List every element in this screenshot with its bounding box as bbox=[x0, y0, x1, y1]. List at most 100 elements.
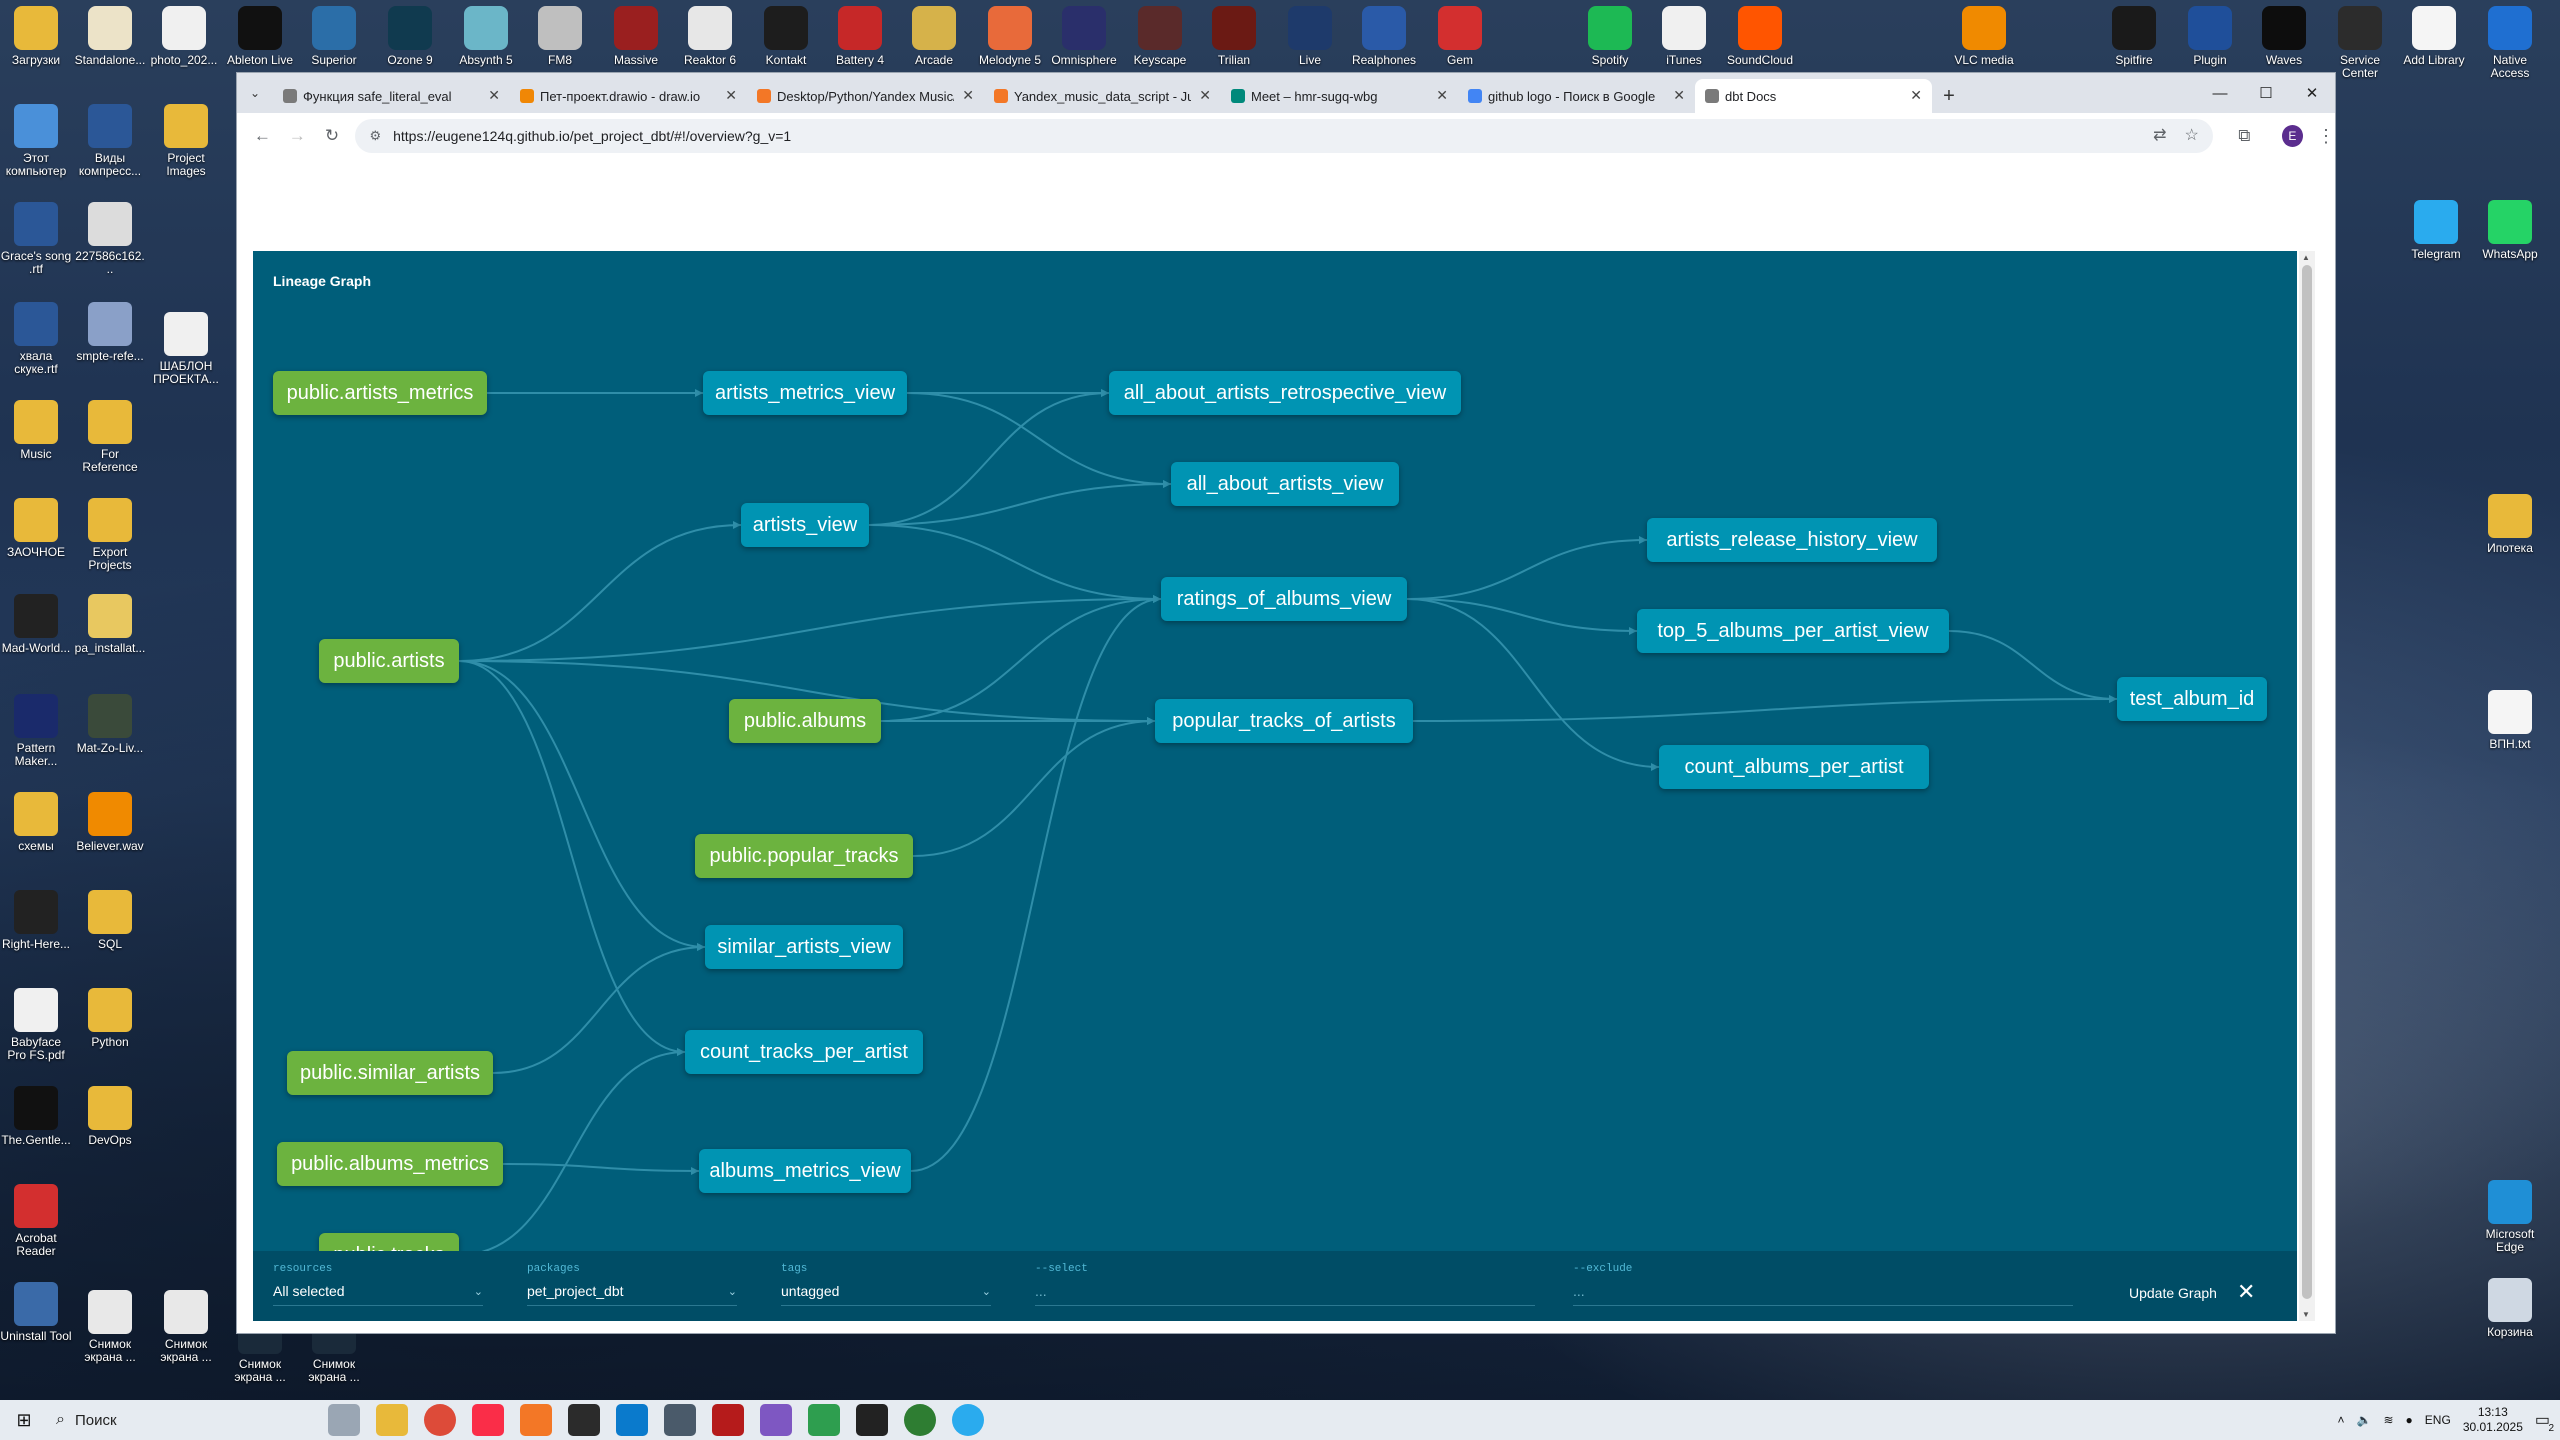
vscode-icon[interactable] bbox=[616, 1404, 648, 1436]
browser-tab-1[interactable]: Пет-проект.drawio - draw.io ✕ bbox=[510, 79, 747, 113]
new-tab-button[interactable]: + bbox=[1932, 79, 1966, 113]
desktop-left-icon-4[interactable]: 227586c162... bbox=[74, 202, 146, 276]
desktop-left-icon-24[interactable]: Acrobat Reader bbox=[0, 1184, 72, 1258]
clock[interactable]: 13:13 30.01.2025 bbox=[2463, 1405, 2523, 1435]
desktop-top-icon-27[interactable]: Service Center bbox=[2324, 6, 2396, 80]
node-all-about-artists-view[interactable]: all_about_artists_view bbox=[1171, 462, 1399, 506]
close-window-button[interactable]: ✕ bbox=[2289, 73, 2335, 113]
select-input[interactable]: --select ... bbox=[1035, 1263, 1535, 1306]
desktop-top-icon-17[interactable]: Live bbox=[1274, 6, 1346, 67]
desktop-top-icon-13[interactable]: Melodyne 5 bbox=[974, 6, 1046, 67]
desktop-top-icon-9[interactable]: Reaktor 6 bbox=[674, 6, 746, 67]
desktop-left-icon-0[interactable]: Этот компьютер bbox=[0, 104, 72, 178]
desktop-left-icon-20[interactable]: Babyface Pro FS.pdf bbox=[0, 988, 72, 1062]
node-top-5-albums-per-artist-view[interactable]: top_5_albums_per_artist_view bbox=[1637, 609, 1949, 653]
reload-button[interactable]: ↻ bbox=[315, 118, 350, 154]
packages-filter[interactable]: packages pet_project_dbt ⌄ bbox=[527, 1263, 737, 1306]
desktop-top-icon-11[interactable]: Battery 4 bbox=[824, 6, 896, 67]
desktop-left-icon-1[interactable]: Виды компресс... bbox=[74, 104, 146, 178]
desktop-top-icon-7[interactable]: FM8 bbox=[524, 6, 596, 67]
desktop-right-icon-1[interactable]: WhatsApp bbox=[2474, 200, 2546, 261]
browser-tab-6[interactable]: dbt Docs ✕ bbox=[1695, 79, 1932, 113]
browser-tab-3[interactable]: Yandex_music_data_script - Jup ✕ bbox=[984, 79, 1221, 113]
close-tab-icon[interactable]: ✕ bbox=[725, 87, 737, 104]
desktop-left-icon-15[interactable]: Mat-Zo-Liv... bbox=[74, 694, 146, 755]
resources-filter[interactable]: resources All selected ⌄ bbox=[273, 1263, 483, 1306]
desktop-left-icon-3[interactable]: Grace's song .rtf bbox=[0, 202, 72, 276]
desktop-left-icon-9[interactable]: For Reference bbox=[74, 400, 146, 474]
chrome-icon[interactable] bbox=[424, 1404, 456, 1436]
forward-button[interactable]: → bbox=[280, 118, 315, 154]
desktop-left-icon-23[interactable]: DevOps bbox=[74, 1086, 146, 1147]
settings-app-icon[interactable] bbox=[664, 1404, 696, 1436]
desktop-left-icon-21[interactable]: Python bbox=[74, 988, 146, 1049]
node-public-albums-metrics[interactable]: public.albums_metrics bbox=[277, 1142, 503, 1186]
desktop-right-icon-3[interactable]: ВПН.txt bbox=[2474, 690, 2546, 751]
maximize-button[interactable]: ☐ bbox=[2243, 73, 2289, 113]
language-indicator[interactable]: ENG bbox=[2425, 1413, 2451, 1427]
desktop-top-icon-26[interactable]: Waves bbox=[2248, 6, 2320, 67]
desktop-top-icon-21[interactable]: iTunes bbox=[1648, 6, 1720, 67]
close-tab-icon[interactable]: ✕ bbox=[1199, 87, 1211, 104]
volume-icon[interactable]: 🔈 bbox=[2357, 1413, 2372, 1427]
browser-tab-5[interactable]: github logo - Поиск в Google ✕ bbox=[1458, 79, 1695, 113]
node-artists-metrics-view[interactable]: artists_metrics_view bbox=[703, 371, 907, 415]
desktop-left-icon-22[interactable]: The.Gentle... bbox=[0, 1086, 72, 1147]
address-bar[interactable]: ⚙ https://eugene124q.github.io/pet_proje… bbox=[355, 119, 2213, 153]
notepad-icon[interactable] bbox=[808, 1404, 840, 1436]
jupyter-icon[interactable] bbox=[520, 1404, 552, 1436]
node-artists-release-history-view[interactable]: artists_release_history_view bbox=[1647, 518, 1937, 562]
desktop-left-icon-14[interactable]: Pattern Maker... bbox=[0, 694, 72, 768]
desktop-left-icon-26[interactable]: Снимок экрана ... bbox=[74, 1290, 146, 1364]
desktop-left-icon-19[interactable]: SQL bbox=[74, 890, 146, 951]
close-tab-icon[interactable]: ✕ bbox=[962, 87, 974, 104]
desktop-top-icon-12[interactable]: Arcade bbox=[898, 6, 970, 67]
desktop-left-icon-25[interactable]: Uninstall Tool bbox=[0, 1282, 72, 1343]
site-info-icon[interactable]: ⚙ bbox=[369, 128, 381, 144]
desktop-right-icon-4[interactable]: Microsoft Edge bbox=[2474, 1180, 2546, 1254]
microphone-icon[interactable]: ● bbox=[2406, 1413, 2413, 1427]
file-explorer-icon[interactable] bbox=[376, 1404, 408, 1436]
task-view-icon[interactable] bbox=[328, 1404, 360, 1436]
node-count-albums-per-artist[interactable]: count_albums_per_artist bbox=[1659, 745, 1929, 789]
back-button[interactable]: ← bbox=[245, 118, 280, 154]
browser-tab-4[interactable]: Meet – hmr-sugq-wbg ✕ bbox=[1221, 79, 1458, 113]
desktop-left-icon-10[interactable]: ЗАОЧНОЕ bbox=[0, 498, 72, 559]
wifi-icon[interactable]: ≋ bbox=[2383, 1413, 2393, 1427]
desktop-left-icon-6[interactable]: smpte-refe... bbox=[74, 302, 146, 363]
desktop-left-icon-18[interactable]: Right-Here... bbox=[0, 890, 72, 951]
node-albums-metrics-view[interactable]: albums_metrics_view bbox=[699, 1149, 911, 1193]
node-public-artists[interactable]: public.artists bbox=[319, 639, 459, 683]
windows-start-button[interactable]: ⊞ bbox=[0, 1400, 48, 1440]
terminal-icon[interactable] bbox=[568, 1404, 600, 1436]
desktop-top-icon-25[interactable]: Plugin bbox=[2174, 6, 2246, 67]
browser-tab-2[interactable]: Desktop/Python/Yandex Music/ ✕ bbox=[747, 79, 984, 113]
taskbar-search[interactable]: ⌕ Поиск bbox=[48, 1400, 248, 1440]
notifications-icon[interactable]: ▭ 2 bbox=[2535, 1410, 2554, 1434]
scroll-up-icon[interactable]: ▲ bbox=[2302, 253, 2310, 262]
desktop-left-icon-13[interactable]: pa_installat... bbox=[74, 594, 146, 655]
desktop-top-icon-14[interactable]: Omnisphere bbox=[1048, 6, 1120, 67]
filezilla-icon[interactable] bbox=[712, 1404, 744, 1436]
close-tab-icon[interactable]: ✕ bbox=[488, 87, 500, 104]
desktop-left-icon-12[interactable]: Mad-World... bbox=[0, 594, 72, 655]
node-public-artists-metrics[interactable]: public.artists_metrics bbox=[273, 371, 487, 415]
desktop-top-icon-6[interactable]: Absynth 5 bbox=[450, 6, 522, 67]
close-tab-icon[interactable]: ✕ bbox=[1673, 87, 1685, 104]
tab-search-button[interactable]: ⌄ bbox=[237, 73, 273, 113]
chevron-up-icon[interactable]: ˄ bbox=[2338, 1413, 2345, 1427]
close-tab-icon[interactable]: ✕ bbox=[1436, 87, 1448, 104]
scroll-down-icon[interactable]: ▼ bbox=[2302, 1310, 2310, 1319]
git-app-icon[interactable] bbox=[760, 1404, 792, 1436]
desktop-top-icon-19[interactable]: Gem bbox=[1424, 6, 1496, 67]
desktop-left-icon-17[interactable]: Believer.wav bbox=[74, 792, 146, 853]
desktop-top-icon-10[interactable]: Kontakt bbox=[750, 6, 822, 67]
profile-avatar[interactable]: E bbox=[2281, 125, 2303, 147]
desktop-top-icon-1[interactable]: Standalone... bbox=[74, 6, 146, 67]
desktop-top-icon-8[interactable]: Massive bbox=[600, 6, 672, 67]
desktop-top-icon-18[interactable]: Realphones bbox=[1348, 6, 1420, 67]
desktop-top-icon-28[interactable]: Add Library bbox=[2398, 6, 2470, 67]
desktop-left-icon-2[interactable]: Project Images bbox=[150, 104, 222, 178]
desktop-left-icon-5[interactable]: хвала скуке.rtf bbox=[0, 302, 72, 376]
node-test-album-id[interactable]: test_album_id bbox=[2117, 677, 2267, 721]
